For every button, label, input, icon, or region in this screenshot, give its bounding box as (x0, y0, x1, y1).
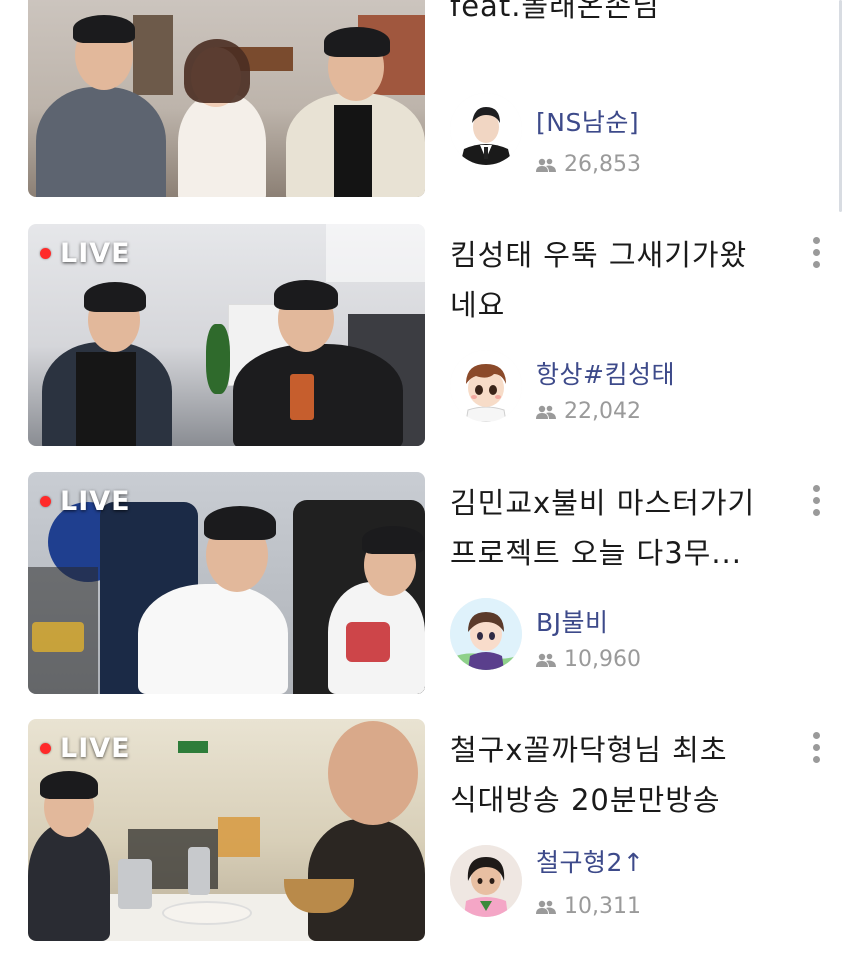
channel-name[interactable]: BJ불비 (536, 603, 609, 639)
stream-title-line: 철구x꼴까닥형님 최초 (450, 733, 728, 767)
stream-thumbnail[interactable] (28, 0, 425, 197)
scrollbar-thumb[interactable] (839, 0, 842, 212)
scrollbar[interactable] (836, 0, 850, 220)
more-vert-icon[interactable] (802, 729, 830, 773)
channel-name[interactable]: 철구형2↑ (536, 843, 644, 879)
stream-title[interactable]: 김민교x불비 마스터가기 프로젝트 오늘 다3무... (450, 478, 790, 578)
people-icon (536, 653, 556, 667)
viewer-count: 26,853 (536, 152, 641, 177)
live-dot-icon (40, 495, 51, 507)
live-dot-icon (40, 742, 51, 754)
stream-title[interactable]: 킴성태 우뚝 그새기가왔 네요 (450, 230, 790, 330)
stream-thumbnail[interactable]: LIVE (28, 719, 425, 941)
stream-card[interactable]: feat.몰래온손님 [NS남순] 26,853 (28, 0, 828, 197)
stream-title-line: 킴성태 우뚝 그새기가왔 (450, 238, 748, 272)
viewer-count-value: 22,042 (564, 399, 641, 424)
stream-title[interactable]: feat.몰래온손님 (450, 0, 790, 31)
streamer-avatar[interactable] (450, 845, 522, 917)
people-icon (536, 405, 556, 419)
stream-card[interactable]: LIVE 킴성태 우뚝 그새기가왔 네요 항상#킴성태 22,042 (28, 224, 828, 446)
live-badge: LIVE (40, 236, 131, 270)
viewer-count: 10,960 (536, 647, 641, 672)
stream-title-line: 식대방송 20분만방송 (450, 783, 721, 817)
streamer-avatar-image (450, 350, 522, 422)
viewer-count: 22,042 (536, 399, 641, 424)
channel-name[interactable]: 항상#킴성태 (536, 355, 675, 391)
streamer-avatar[interactable] (450, 598, 522, 670)
stream-card[interactable]: LIVE 철구x꼴까닥형님 최초 식대방송 20분만방송 철구형2↑ 10,31… (28, 719, 828, 941)
more-vert-icon[interactable] (802, 234, 830, 278)
viewer-count-value: 10,960 (564, 647, 641, 672)
stream-title[interactable]: 철구x꼴까닥형님 최초 식대방송 20분만방송 (450, 725, 790, 825)
viewer-count-value: 26,853 (564, 152, 641, 177)
stream-title-line: 김민교x불비 마스터가기 (450, 486, 756, 520)
more-vert-icon[interactable] (802, 482, 830, 526)
stream-title-line: feat.몰래온손님 (450, 0, 660, 23)
streamer-avatar-image (450, 845, 522, 917)
stream-title-line: 네요 (450, 288, 506, 322)
streamer-avatar-image (450, 93, 522, 165)
stream-card[interactable]: LIVE 김민교x불비 마스터가기 프로젝트 오늘 다3무... BJ불비 10… (28, 472, 828, 694)
live-badge: LIVE (40, 484, 131, 518)
stream-title-line: 프로젝트 오늘 다3무... (450, 536, 742, 570)
live-label: LIVE (60, 237, 131, 269)
streamer-avatar-image (450, 598, 522, 670)
viewer-count: 10,311 (536, 894, 641, 919)
stream-thumbnail[interactable]: LIVE (28, 472, 425, 694)
live-badge: LIVE (40, 731, 131, 765)
channel-name[interactable]: [NS남순] (536, 103, 639, 139)
streamer-avatar[interactable] (450, 350, 522, 422)
live-dot-icon (40, 247, 51, 259)
streamer-avatar[interactable] (450, 93, 522, 165)
live-label: LIVE (60, 732, 131, 764)
people-icon (536, 158, 556, 172)
people-icon (536, 900, 556, 914)
live-label: LIVE (60, 485, 131, 517)
viewer-count-value: 10,311 (564, 894, 641, 919)
stream-thumbnail[interactable]: LIVE (28, 224, 425, 446)
